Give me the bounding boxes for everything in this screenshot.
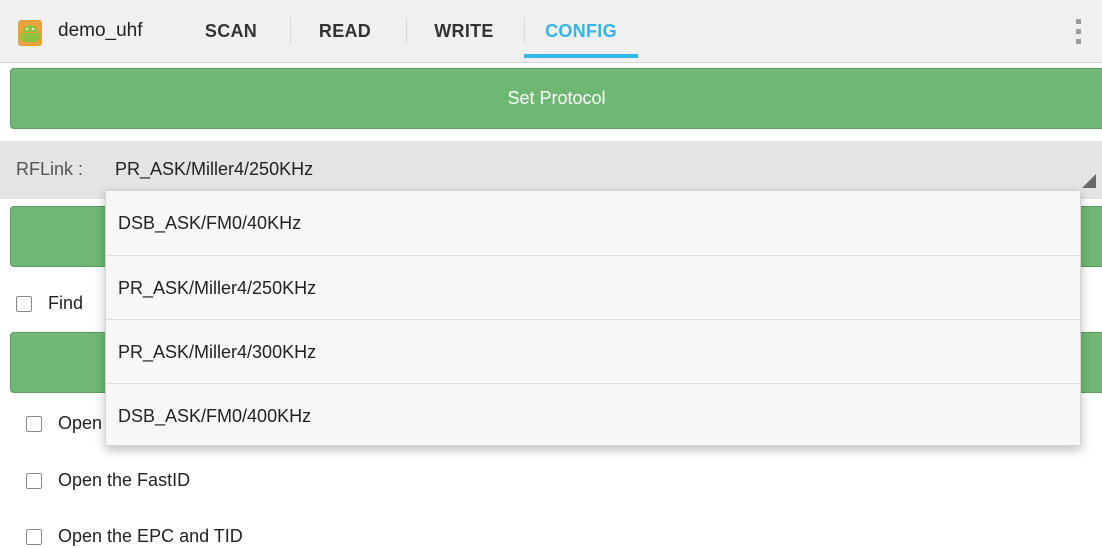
- rflink-label: RFLink :: [16, 159, 84, 179]
- tab-write[interactable]: WRITE: [406, 0, 522, 62]
- tab-config[interactable]: CONFIG: [524, 0, 638, 62]
- find-checkbox-label: Find: [48, 293, 84, 313]
- active-tab-indicator: [524, 54, 638, 58]
- fastid-checkbox-label: Open the FastID: [58, 470, 191, 490]
- dropdown-option[interactable]: PR_ASK/Miller4/300KHz: [106, 320, 1080, 384]
- epc-tid-checkbox-label: Open the EPC and TID: [58, 526, 243, 546]
- dropdown-option[interactable]: DSB_ASK/FM0/400KHz: [106, 384, 1080, 448]
- find-checkbox[interactable]: [16, 295, 32, 312]
- tab-separator: [524, 18, 525, 44]
- tab-scan[interactable]: SCAN: [186, 0, 276, 62]
- open-checkbox-label: Open: [58, 413, 103, 433]
- epc-tid-checkbox[interactable]: [26, 528, 42, 545]
- dropdown-option-label: PR_ASK/Miller4/300KHz: [118, 341, 317, 362]
- open-checkbox[interactable]: [26, 415, 42, 432]
- dropdown-option-label: PR_ASK/Miller4/250KHz: [118, 277, 317, 298]
- tab-read-label: READ: [318, 20, 372, 41]
- dropdown-option-label: DSB_ASK/FM0/40KHz: [118, 212, 302, 233]
- epc-tid-checkbox-row[interactable]: Open the EPC and TID: [26, 526, 243, 547]
- fastid-checkbox-row[interactable]: Open the FastID: [26, 470, 190, 491]
- find-checkbox-row[interactable]: Find: [16, 293, 83, 314]
- tab-separator: [290, 18, 291, 44]
- tab-separator: [406, 18, 407, 44]
- action-bar: demo_uhf SCAN READ WRITE CONFIG: [0, 0, 1102, 63]
- open-checkbox-row[interactable]: Open: [26, 413, 102, 434]
- dropdown-option[interactable]: DSB_ASK/FM0/40KHz: [106, 191, 1080, 255]
- dropdown-option[interactable]: PR_ASK/Miller4/250KHz: [106, 256, 1080, 320]
- overflow-menu-icon[interactable]: [1066, 14, 1090, 48]
- set-protocol-label: Set Protocol: [507, 88, 606, 108]
- tab-scan-label: SCAN: [204, 20, 258, 41]
- app-title: demo_uhf: [58, 20, 143, 41]
- tab-config-label: CONFIG: [545, 20, 617, 41]
- tab-read[interactable]: READ: [290, 0, 400, 62]
- dropdown-option-label: DSB_ASK/FM0/400KHz: [118, 405, 312, 426]
- spinner-arrow-icon: [1082, 174, 1096, 188]
- rflink-selected-value: PR_ASK/Miller4/250KHz: [115, 159, 314, 179]
- set-protocol-button[interactable]: Set Protocol: [10, 68, 1102, 129]
- android-icon: [18, 20, 42, 46]
- fastid-checkbox[interactable]: [26, 472, 42, 489]
- rflink-dropdown: DSB_ASK/FM0/40KHz PR_ASK/Miller4/250KHz …: [105, 190, 1081, 446]
- tab-write-label: WRITE: [434, 20, 494, 41]
